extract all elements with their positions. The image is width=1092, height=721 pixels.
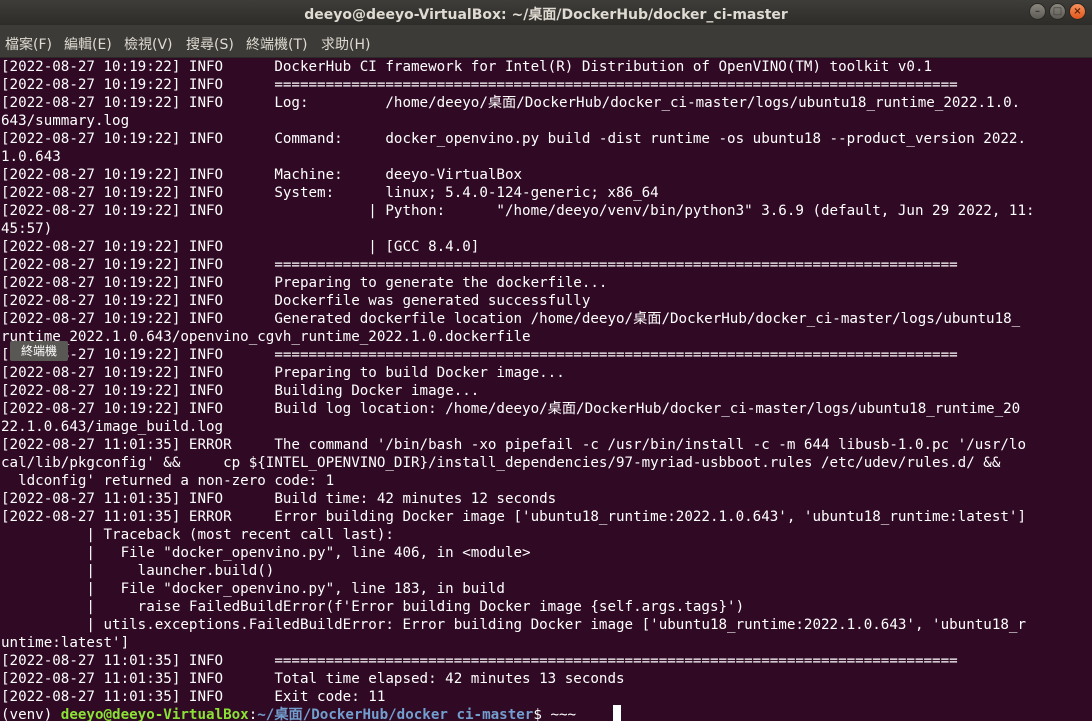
output-line: [2022-08-27 11:01:35] INFO Exit code: 11 [1, 689, 386, 705]
output-line: runtime_2022.1.0.643/openvino_cgvh_runti… [1, 329, 531, 345]
output-line: untime:latest'] [1, 635, 130, 651]
output-line: [2022-08-27 11:01:35] INFO Build time: 4… [1, 491, 557, 507]
output-line: [2022-08-27 10:19:22] INFO Preparing to … [1, 275, 608, 291]
shell-prompt[interactable]: (venv) deeyo@deeyo-VirtualBox:~/桌面/Docke… [1, 706, 576, 721]
output-line: [2022-08-27 10:19:22] INFO System: linux… [1, 185, 659, 201]
output-line: 22.1.0.643/image_build.log [1, 419, 224, 435]
menu-edit[interactable]: 編輯(E) [64, 34, 112, 54]
tooltip: 終端機 [10, 341, 68, 361]
output-line: [2022-08-27 11:01:35] ERROR Error buildi… [1, 509, 1026, 525]
menu-terminal[interactable]: 終端機(T) [246, 34, 307, 54]
output-line: | launcher.build() [1, 563, 275, 579]
menu-help[interactable]: 求助(H) [321, 34, 370, 54]
output-line: [2022-08-27 10:19:22] INFO Building Dock… [1, 383, 480, 399]
output-line: [2022-08-27 10:19:22] INFO | [GCC 8.4.0] [1, 239, 480, 255]
menu-file[interactable]: 檔案(F) [5, 34, 52, 54]
output-line: | File "docker_openvino.py", line 183, i… [1, 581, 505, 597]
output-line: [2022-08-27 10:19:22] INFO Log: /home/de… [1, 95, 1021, 111]
window-title: deeyo@deeyo-VirtualBox: ~/桌面/DockerHub/d… [304, 7, 788, 23]
output-line: [2022-08-27 10:19:22] INFO | Python: "/h… [1, 203, 1035, 219]
output-line: 45:57) [1, 221, 53, 237]
menu-search[interactable]: 搜尋(S) [186, 34, 234, 54]
prompt-userhost: deeyo@deeyo-VirtualBox [60, 707, 249, 721]
output-line: cal/lib/pkgconfig' && cp ${INTEL_OPENVIN… [1, 455, 1001, 471]
output-line: [2022-08-27 10:19:22] INFO Build log loc… [1, 401, 1021, 417]
prompt-path: ~/桌面/DockerHub/docker_ci-master [257, 707, 534, 721]
prompt-dollar: $ [533, 707, 551, 721]
output-line: | raise FailedBuildError(f'Error buildin… [1, 599, 745, 615]
output-line: | File "docker_openvino.py", line 406, i… [1, 545, 531, 561]
output-line: [2022-08-27 11:01:35] ERROR The command … [1, 437, 1026, 453]
output-line: [2022-08-27 11:01:35] INFO Total time el… [1, 671, 625, 687]
maximize-button[interactable]: □ [1049, 3, 1066, 20]
output-line: ldconfig' returned a non-zero code: 1 [1, 473, 335, 489]
menu-bar: 檔案(F) 編輯(E) 檢視(V) 搜尋(S) 終端機(T) 求助(H) [0, 25, 1092, 58]
output-line: [2022-08-27 10:19:22] INFO Preparing to … [1, 365, 565, 381]
terminal-output[interactable]: [2022-08-27 10:19:22] INFO DockerHub CI … [0, 58, 1092, 721]
output-line: [2022-08-27 10:19:22] INFO =============… [1, 347, 958, 363]
maximize-icon: □ [1052, 6, 1063, 17]
minimize-icon: – [1035, 6, 1040, 17]
close-icon: × [1073, 6, 1082, 17]
output-line: | utils.exceptions.FailedBuildError: Err… [1, 617, 1026, 633]
minimize-button[interactable]: – [1029, 3, 1046, 20]
output-line: 1.0.643 [1, 149, 61, 165]
prompt-separator: : [248, 707, 258, 721]
prompt-venv: (venv) [1, 707, 61, 721]
output-line: [2022-08-27 10:19:22] INFO =============… [1, 77, 958, 93]
output-line: [2022-08-27 10:19:22] INFO Generated doc… [1, 311, 1021, 327]
text-cursor [613, 705, 621, 721]
output-line: [2022-08-27 11:01:35] INFO =============… [1, 653, 958, 669]
title-bar[interactable]: deeyo@deeyo-VirtualBox: ~/桌面/DockerHub/d… [0, 0, 1092, 25]
output-line: | Traceback (most recent call last): [1, 527, 394, 543]
output-line: [2022-08-27 10:19:22] INFO Machine: deey… [1, 167, 523, 183]
output-line: [2022-08-27 10:19:22] INFO Command: dock… [1, 131, 1026, 147]
close-button[interactable]: × [1069, 3, 1086, 20]
output-line: [2022-08-27 10:19:22] INFO DockerHub CI … [1, 59, 933, 75]
output-line: [2022-08-27 10:19:22] INFO Dockerfile wa… [1, 293, 591, 309]
menu-view[interactable]: 檢視(V) [124, 34, 173, 54]
output-line: 643/summary.log [1, 113, 130, 129]
prompt-input[interactable]: ~~~ [550, 707, 576, 721]
terminal-window: deeyo@deeyo-VirtualBox: ~/桌面/DockerHub/d… [0, 0, 1092, 721]
output-line: [2022-08-27 10:19:22] INFO =============… [1, 257, 958, 273]
